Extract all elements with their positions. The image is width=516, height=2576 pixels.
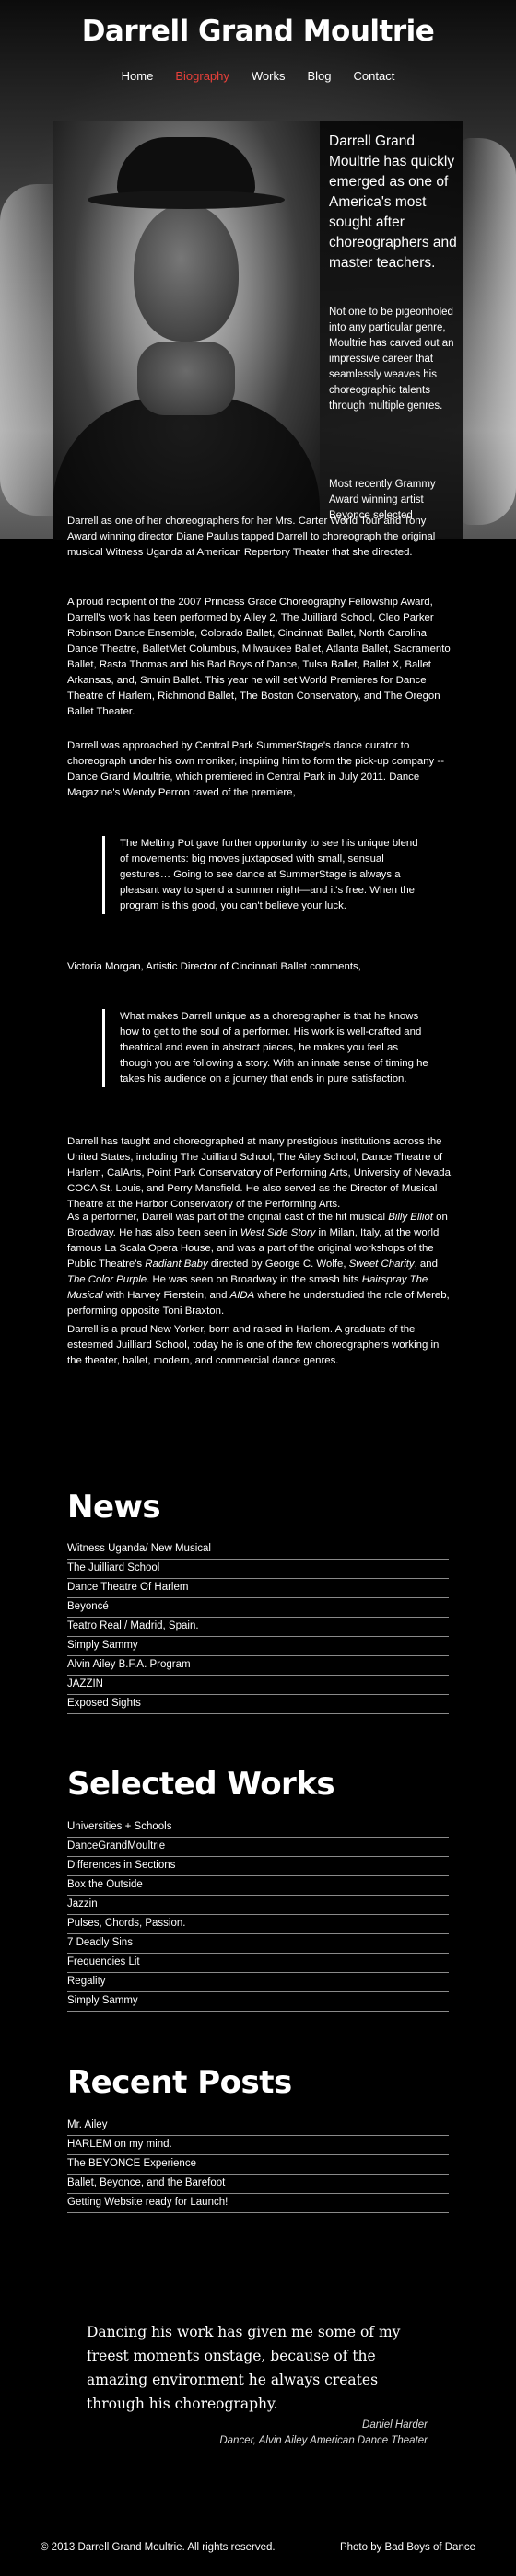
hero-dancer-right-image	[461, 138, 516, 525]
nav-item-contact[interactable]: Contact	[354, 69, 395, 87]
works-item[interactable]: Universities + Schools	[67, 1818, 449, 1838]
post-item[interactable]: Ballet, Beyonce, and the Barefoot	[67, 2175, 449, 2194]
intro-lead: Darrell Grand Moultrie has quickly emerg…	[329, 133, 457, 271]
works-item[interactable]: Frequencies Lit	[67, 1954, 449, 1973]
testimonial-name: Daniel Harder	[362, 2419, 428, 2431]
news-item[interactable]: Alvin Ailey B.F.A. Program	[67, 1656, 449, 1676]
posts-heading: Recent Posts	[67, 2064, 292, 2101]
nav-item-home[interactable]: Home	[122, 69, 154, 87]
footer-photo-credit: Photo by Bad Boys of Dance	[339, 2542, 475, 2553]
testimonial-quote: Dancing his work has given me some of my…	[87, 2324, 401, 2412]
bio-paragraph: Darrell as one of her choreographers for…	[67, 516, 436, 558]
news-item[interactable]: Teatro Real / Madrid, Spain.	[67, 1618, 449, 1637]
bio-paragraph-performer: As a performer, Darrell was part of the …	[67, 1212, 450, 1317]
works-item[interactable]: DanceGrandMoultrie	[67, 1838, 449, 1857]
portrait-photo	[53, 121, 320, 540]
posts-list: Mr. Ailey HARLEM on my mind. The BEYONCE…	[67, 2117, 449, 2213]
news-item[interactable]: JAZZIN	[67, 1676, 449, 1695]
news-item[interactable]: Simply Sammy	[67, 1637, 449, 1656]
post-item[interactable]: The BEYONCE Experience	[67, 2155, 449, 2175]
nav-item-blog[interactable]: Blog	[308, 69, 332, 87]
works-heading: Selected Works	[67, 1766, 335, 1803]
news-item[interactable]: Witness Uganda/ New Musical	[67, 1540, 449, 1560]
press-quote: The Melting Pot gave further opportunity…	[102, 836, 429, 914]
works-list: Universities + Schools DanceGrandMoultri…	[67, 1818, 449, 2012]
bio-paragraph: Victoria Morgan, Artistic Director of Ci…	[67, 961, 361, 972]
news-item[interactable]: Beyoncé	[67, 1598, 449, 1618]
news-list: Witness Uganda/ New Musical The Juilliar…	[67, 1540, 449, 1714]
post-item[interactable]: HARLEM on my mind.	[67, 2136, 449, 2155]
press-quote: What makes Darrell unique as a choreogra…	[102, 1009, 429, 1087]
news-item[interactable]: Exposed Sights	[67, 1695, 449, 1714]
post-item[interactable]: Mr. Ailey	[67, 2117, 449, 2136]
works-item[interactable]: Simply Sammy	[67, 1992, 449, 2012]
works-item[interactable]: Regality	[67, 1973, 449, 1992]
works-item[interactable]: 7 Deadly Sins	[67, 1934, 449, 1954]
nav-item-biography[interactable]: Biography	[175, 69, 229, 87]
bio-paragraph: A proud recipient of the 2007 Princess G…	[67, 597, 451, 717]
works-item[interactable]: Pulses, Chords, Passion.	[67, 1915, 449, 1934]
works-item[interactable]: Differences in Sections	[67, 1857, 449, 1876]
works-item[interactable]: Jazzin	[67, 1896, 449, 1915]
news-item[interactable]: Dance Theatre Of Harlem	[67, 1579, 449, 1598]
post-item[interactable]: Getting Website ready for Launch!	[67, 2194, 449, 2213]
bio-paragraph: Darrell has taught and choreographed at …	[67, 1136, 454, 1210]
site-title[interactable]: Darrell Grand Moultrie	[0, 15, 516, 48]
main-nav: Home Biography Works Blog Contact	[0, 69, 516, 87]
bio-paragraph: Darrell was approached by Central Park S…	[67, 740, 444, 798]
bio-paragraph: Darrell is a proud New Yorker, born and …	[67, 1324, 440, 1366]
testimonial-role: Dancer, Alvin Ailey American Dance Theat…	[219, 2435, 428, 2446]
news-heading: News	[67, 1489, 161, 1526]
intro-paragraph: Not one to be pigeonholed into any parti…	[329, 307, 454, 412]
works-item[interactable]: Box the Outside	[67, 1876, 449, 1896]
news-item[interactable]: The Juilliard School	[67, 1560, 449, 1579]
nav-item-works[interactable]: Works	[252, 69, 286, 87]
footer-copyright: © 2013 Darrell Grand Moultrie. All right…	[41, 2542, 276, 2553]
